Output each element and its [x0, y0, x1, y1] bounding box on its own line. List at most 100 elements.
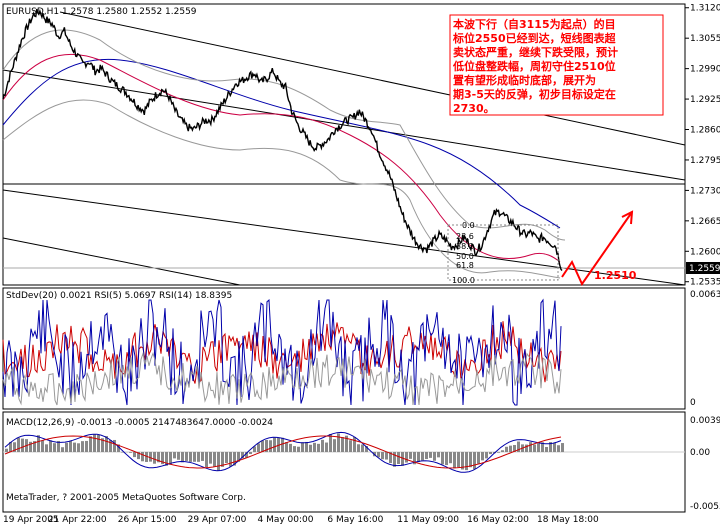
macd-bar-72 [293, 446, 296, 452]
macd-title: MACD(12,26,9) -0.0013 -0.0005 2147483647… [6, 418, 273, 428]
macd-bar-113 [457, 452, 460, 468]
annotation-line-4: 置有望形成临时底部，展开为 [453, 73, 596, 87]
macd-bar-55 [225, 452, 228, 463]
macd-bar-87 [353, 436, 356, 452]
macd-bar-135 [545, 446, 548, 452]
macd-bar-70 [285, 442, 288, 452]
fibo-label-0: 0.0 [462, 221, 475, 230]
macd-bar-46 [189, 452, 192, 462]
macd-bar-32 [133, 452, 136, 458]
macd-bar-10 [45, 444, 48, 452]
macd-bar-22 [93, 434, 96, 452]
macd-bar-84 [341, 437, 344, 452]
annotation-line-1: 标位2550已经到达，短线图表超 [452, 31, 617, 45]
x-tick-label-1: 21 Apr 22:00 [48, 515, 107, 525]
y-tick-label-5: 1.2795 [690, 156, 720, 166]
macd-bar-47 [193, 452, 196, 462]
macd-bar-117 [473, 452, 476, 470]
macd-bar-104 [421, 452, 424, 461]
macd-bar-4 [21, 438, 24, 452]
y-tick-label-9: 1.2535 [690, 278, 720, 288]
fibo-label-5: 100.0 [452, 276, 475, 285]
y-tick-label-3: 1.2925 [690, 95, 720, 105]
macd-bar-106 [429, 452, 432, 458]
rsi-y-tick-label-0: 0.0063 [690, 290, 720, 300]
annotation-line-0: 本波下行（自3115为起点）的目 [453, 17, 616, 31]
macd-bar-79 [321, 439, 324, 452]
x-tick-label-5: 6 May 16:00 [327, 515, 383, 525]
macd-bar-119 [481, 452, 484, 461]
macd-bar-17 [73, 442, 76, 452]
macd-bar-73 [297, 446, 300, 452]
macd-bar-94 [381, 452, 384, 460]
macd-bar-21 [89, 436, 92, 452]
current-price-label: 1.2559 [689, 264, 720, 274]
fibo-label-2: 38.2 [456, 242, 474, 251]
main-y-ticks: 1.3120 1.3055 1.2990 1.2925 1.2860 1.2795 1.27… [685, 4, 720, 288]
macd-bar-111 [449, 452, 452, 464]
macd-bar-86 [349, 440, 352, 452]
macd-bar-69 [281, 437, 284, 452]
macd-bar-76 [309, 444, 312, 452]
macd-bar-82 [333, 439, 336, 452]
macd-bar-42 [173, 452, 176, 459]
macd-bar-137 [553, 442, 556, 452]
macd-bar-61 [249, 452, 252, 454]
macd-bar-53 [217, 452, 220, 471]
rsi-title: StdDev(20) 0.0021 RSI(5) 5.0697 RSI(14) … [6, 291, 232, 301]
macd-bar-123 [497, 452, 500, 453]
y-tick-label-4: 1.2860 [690, 126, 720, 136]
macd-bar-12 [53, 443, 56, 452]
x-tick-label-4: 4 May 00:00 [258, 515, 314, 525]
copyright-text: MetaTrader, ? 2001-2005 MetaQuotes Softw… [6, 493, 246, 503]
macd-bar-56 [229, 452, 232, 467]
annotation-line-6: 2730。 [453, 102, 495, 115]
macd-bar-11 [49, 440, 52, 452]
macd-bar-78 [317, 443, 320, 452]
macd-bar-75 [305, 441, 308, 452]
x-tick-label-3: 29 Apr 07:00 [188, 515, 247, 525]
macd-bar-112 [453, 452, 456, 469]
macd-bar-23 [97, 434, 100, 452]
macd-bar-74 [301, 442, 304, 452]
macd-bar-20 [85, 440, 88, 452]
fibo-label-3: 50.0 [456, 252, 474, 261]
fibo-label-4: 61.8 [456, 261, 474, 270]
macd-bar-95 [385, 452, 388, 460]
y-tick-label-8: 1.2600 [690, 247, 720, 257]
y-tick-label-2: 1.2990 [690, 65, 720, 75]
macd-bar-125 [505, 446, 508, 452]
macd-bar-51 [209, 452, 212, 464]
macd-bar-100 [405, 452, 408, 463]
macd-bar-45 [185, 452, 188, 461]
target-label: 1.2510 [594, 269, 637, 282]
macd-bar-37 [153, 452, 156, 464]
y-tick-label-0: 1.3120 [690, 4, 720, 14]
x-tick-label-6: 11 May 09:00 [397, 515, 459, 525]
macd-bar-16 [69, 440, 72, 452]
macd-bar-80 [325, 442, 328, 452]
macd-bar-126 [509, 445, 512, 452]
macd-bar-116 [469, 452, 472, 468]
macd-bar-9 [41, 440, 44, 452]
macd-bar-66 [269, 440, 272, 452]
annotation-line-2: 卖状态严重，继续下跌受限，预计 [453, 45, 618, 59]
macd-bar-93 [377, 452, 380, 458]
macd-bar-132 [533, 444, 536, 452]
y-tick-label-6: 1.2730 [690, 186, 720, 196]
fibo-label-1: 23.6 [456, 232, 474, 241]
macd-bar-103 [417, 452, 420, 463]
macd-bar-89 [361, 444, 364, 452]
macd-bar-83 [337, 433, 340, 452]
macd-bar-67 [273, 437, 276, 452]
macd-bar-120 [485, 452, 488, 459]
x-tick-label-2: 26 Apr 15:00 [118, 515, 177, 525]
y-tick-label-7: 1.2665 [690, 217, 720, 227]
macd-bar-19 [81, 441, 84, 452]
macd-bar-31 [129, 452, 132, 453]
macd-bar-49 [201, 452, 204, 461]
macd-bar-48 [197, 452, 200, 462]
macd-y-ticks: 0.0039 0.00 -0.0055 [690, 416, 720, 512]
macd-bar-52 [213, 452, 216, 467]
macd-bar-98 [397, 452, 400, 464]
